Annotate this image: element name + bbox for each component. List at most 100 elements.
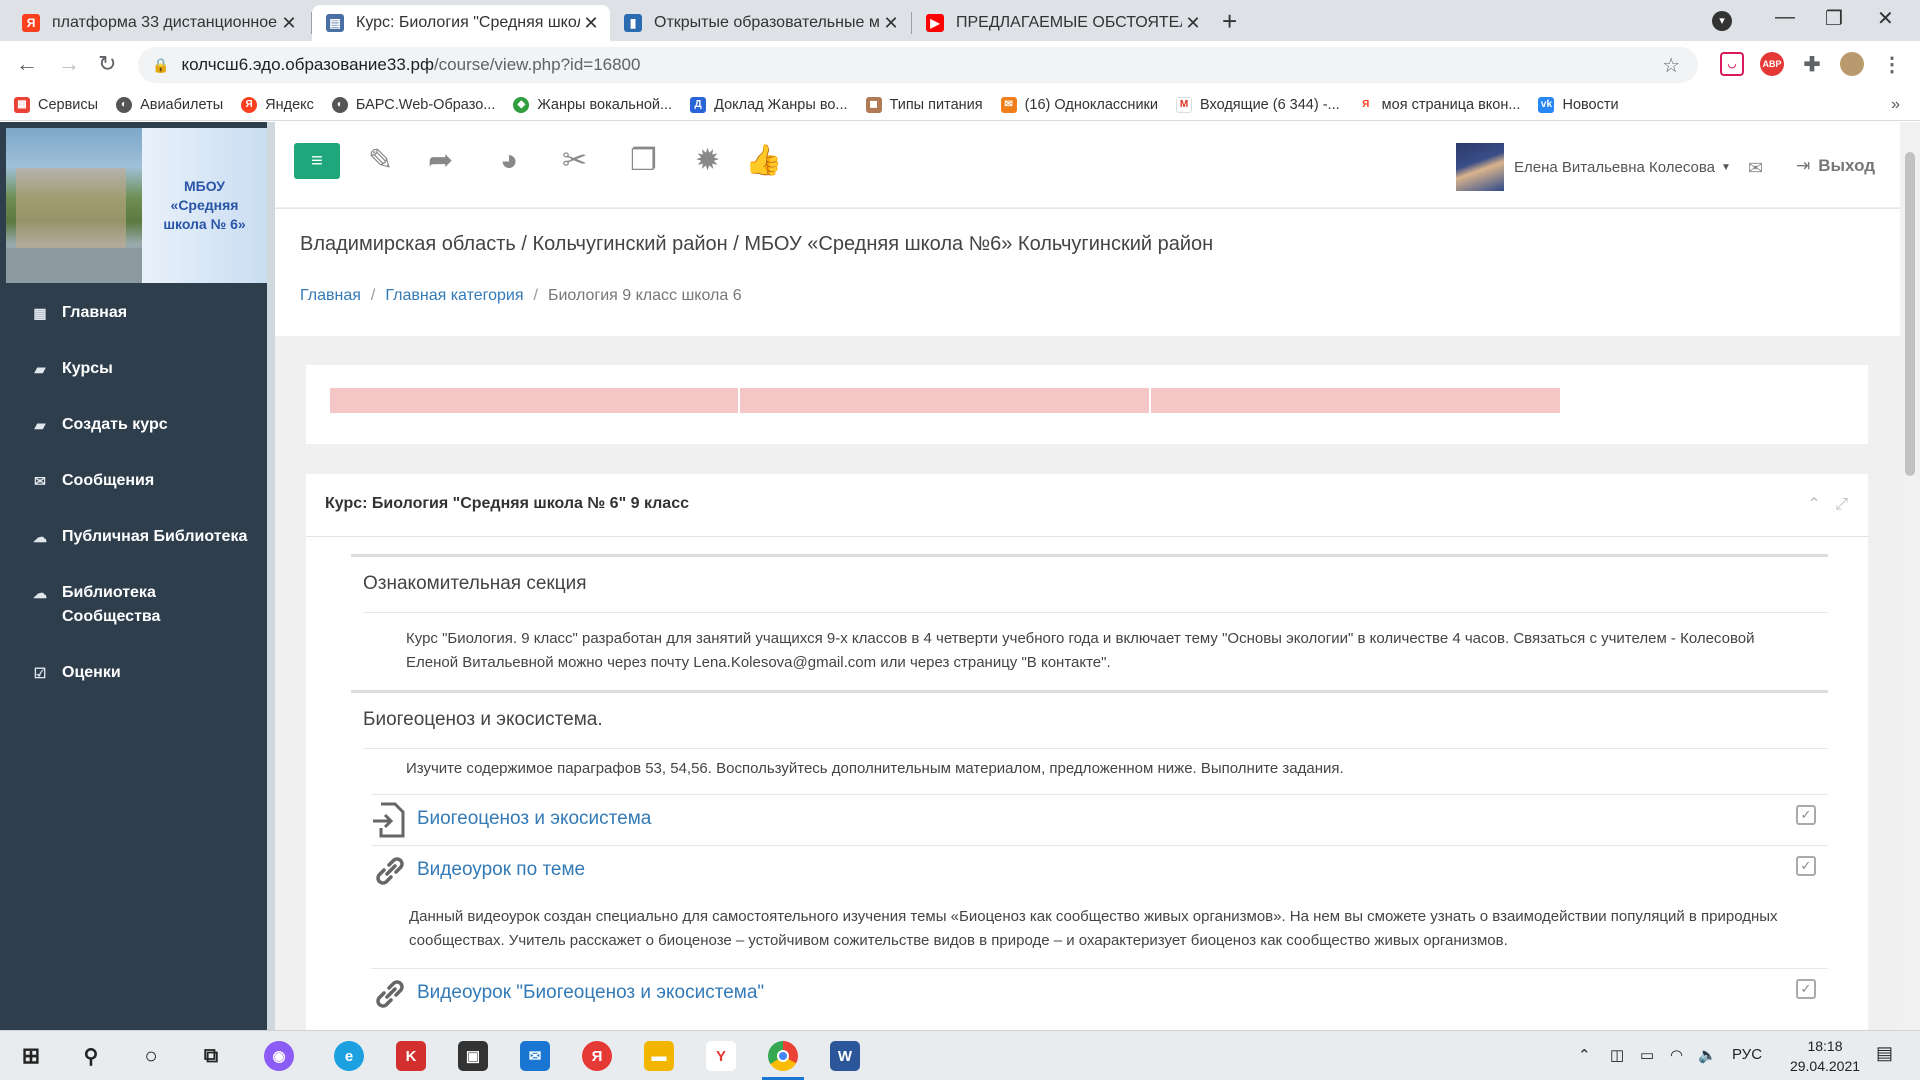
restore-icon[interactable]: ❐ <box>1825 6 1843 31</box>
window-close-icon[interactable]: ✕ <box>1877 6 1894 31</box>
bookmark-item[interactable]: ✉ (16) Одноклассники <box>1000 96 1158 113</box>
activity-item[interactable]: Видеоурок по теме ✓ Данный видеоурок соз… <box>371 845 1828 965</box>
section-summary: Изучите содержимое параграфов 53, 54,56.… <box>406 760 1344 777</box>
school-logo[interactable]: МБОУ «Средняя школа № 6» <box>6 128 267 283</box>
logout-button[interactable]: ⇥ Выход <box>1796 156 1875 176</box>
sidebar-item-messages[interactable]: ✉ Сообщения <box>0 453 267 509</box>
breadcrumb-home[interactable]: Главная <box>300 287 361 304</box>
star-icon[interactable]: ☆ <box>1662 53 1680 78</box>
yandex-icon: Я <box>22 14 40 32</box>
yandex-icon[interactable]: Я <box>582 1041 612 1071</box>
yandex-browser-icon[interactable]: Y <box>706 1041 736 1071</box>
volume-icon[interactable]: 🔈 <box>1698 1046 1717 1064</box>
course-title: Курс: Биология "Средняя школа № 6" 9 кла… <box>325 495 689 512</box>
thumbs-up-icon[interactable]: 👍 <box>745 146 782 176</box>
profile-avatar[interactable] <box>1840 52 1864 76</box>
windows-start-icon[interactable]: ⊞ <box>16 1041 46 1071</box>
pencil-icon[interactable]: ✎ <box>368 146 393 176</box>
kaspersky-icon[interactable]: K <box>396 1041 426 1071</box>
bookmark-item[interactable]: ◆ Жанры вокальной... <box>513 96 672 113</box>
tools-icon[interactable]: ✂ <box>562 146 587 176</box>
cloud-icon: ☁ <box>33 585 47 601</box>
bookmark-item[interactable]: ◐ Авиабилеты <box>116 96 223 113</box>
bookmark-item[interactable]: ◼ Типы питания <box>865 96 983 113</box>
bookmark-item[interactable]: vk Новости <box>1538 96 1619 113</box>
sidebar-scrollbar[interactable] <box>267 122 275 1030</box>
battery-icon[interactable]: ▭ <box>1640 1046 1654 1064</box>
bookmark-item[interactable]: M Входящие (6 344) -... <box>1175 96 1340 113</box>
copy-icon[interactable]: ❐ <box>630 146 657 176</box>
envelope-icon[interactable]: ✉ <box>1748 158 1763 179</box>
url-input[interactable]: 🔒 колчсш6.эдо.образование33.рф/course/vi… <box>138 47 1698 83</box>
edge-icon[interactable]: e <box>334 1041 364 1071</box>
sidebar-item-home[interactable]: ▦ Главная <box>0 285 267 341</box>
completion-checkbox[interactable]: ✓ <box>1796 805 1816 825</box>
meet-icon[interactable]: ◫ <box>1610 1046 1624 1064</box>
completion-checkbox[interactable]: ✓ <box>1796 856 1816 876</box>
activity-link[interactable]: Видеоурок "Биогеоценоз и экосистема" <box>417 982 764 1004</box>
activity-item[interactable]: Видеоурок "Биогеоценоз и экосистема" ✓ <box>371 968 1828 1020</box>
bookmark-item[interactable]: ◐ БАРС.Web-Образо... <box>331 96 495 113</box>
bookmark-item[interactable]: Я Яндекс <box>241 96 314 113</box>
tab-course[interactable]: ▤ Курс: Биология "Средняя школа ✕ <box>312 5 610 41</box>
close-icon[interactable]: ✕ <box>278 13 300 34</box>
adblock-ext-icon[interactable]: ABP <box>1760 52 1784 76</box>
store-icon[interactable]: ▣ <box>458 1041 488 1071</box>
file-explorer-icon[interactable]: ▬ <box>644 1041 674 1071</box>
expand-icon[interactable]: ⤢ <box>1835 496 1848 513</box>
back-icon[interactable]: ← <box>16 51 38 77</box>
pocket-ext-icon[interactable]: ◡ <box>1720 52 1744 76</box>
menu-dots-icon[interactable]: ⋮ <box>1880 52 1904 76</box>
sidebar-item-community-library[interactable]: ☁ Библиотека Сообщества <box>0 565 267 645</box>
forward-icon[interactable]: → <box>58 51 80 77</box>
globe-icon: ◐ <box>116 96 133 113</box>
search-icon[interactable]: ⚲ <box>76 1041 106 1071</box>
user-menu[interactable]: Елена Витальевна Колесова ▼ <box>1456 143 1731 191</box>
sidebar-item-courses[interactable]: ▰ Курсы <box>0 341 267 397</box>
tab-youtube[interactable]: ▶ ПРЕДЛАГАЕМЫЕ ОБСТОЯТЕЛЬС ✕ <box>912 5 1212 41</box>
tab-yandex[interactable]: Я платформа 33 дистанционное о ✕ <box>8 5 308 41</box>
menu-toggle-button[interactable]: ≡ <box>294 143 340 179</box>
image-icon: ◼ <box>865 96 882 113</box>
activity-link[interactable]: Биогеоценоз и экосистема <box>417 808 651 830</box>
cortana-icon[interactable]: ○ <box>136 1041 166 1071</box>
close-icon[interactable]: ✕ <box>1182 13 1204 34</box>
breadcrumb-category[interactable]: Главная категория <box>385 287 523 304</box>
alice-icon[interactable]: ◉ <box>264 1041 294 1071</box>
minimize-icon[interactable]: — <box>1775 6 1795 29</box>
tab-oer[interactable]: ▮ Открытые образовательные мо ✕ <box>610 5 910 41</box>
scrollbar-thumb[interactable] <box>1905 152 1915 476</box>
close-icon[interactable]: ✕ <box>880 13 902 34</box>
notifications-icon[interactable]: ▤ <box>1876 1043 1893 1064</box>
puzzle-icon[interactable]: ✚ <box>1800 52 1824 76</box>
sidebar-item-create-course[interactable]: ▰ Создать курс <box>0 397 267 453</box>
bookmark-item[interactable]: Ямоя страница вкон... <box>1357 96 1520 113</box>
completion-checkbox[interactable]: ✓ <box>1796 979 1816 999</box>
new-tab-button[interactable]: + <box>1222 8 1237 34</box>
chevron-up-icon[interactable]: ⌃ <box>1578 1046 1591 1064</box>
bookmarks-overflow-icon[interactable]: » <box>1891 96 1900 114</box>
bookmark-item[interactable]: ▦ Сервисы <box>14 96 98 113</box>
activity-item[interactable]: Биогеоценоз и экосистема ✓ <box>371 794 1828 846</box>
sign-out-icon: ⇥ <box>1796 156 1811 175</box>
gear-icon[interactable]: ✹ <box>695 146 720 176</box>
page-scrollbar[interactable] <box>1900 122 1920 1030</box>
share-icon[interactable]: ➦ <box>428 146 453 176</box>
activity-link[interactable]: Видеоурок по теме <box>417 859 585 881</box>
wifi-icon[interactable]: ◠ <box>1670 1046 1683 1064</box>
sidebar-item-public-library[interactable]: ☁ Публичная Библиотека <box>0 509 267 565</box>
sidebar-item-grades[interactable]: ☑ Оценки <box>0 645 267 701</box>
progress-segment <box>330 388 738 413</box>
word-icon[interactable]: W <box>830 1041 860 1071</box>
task-view-icon[interactable]: ⧉ <box>196 1041 226 1071</box>
clock[interactable]: 18:18 29.04.2021 <box>1780 1036 1870 1076</box>
mail-icon[interactable]: ✉ <box>520 1041 550 1071</box>
chrome-icon[interactable] <box>768 1041 798 1071</box>
close-icon[interactable]: ✕ <box>580 13 602 34</box>
language-indicator[interactable]: РУС <box>1732 1046 1762 1063</box>
reload-icon[interactable]: ↻ <box>98 51 116 77</box>
collapse-icon[interactable]: ⌃ <box>1807 496 1820 513</box>
profile-menu-icon[interactable]: ▾ <box>1712 11 1732 31</box>
pie-chart-icon[interactable]: ◕ <box>500 146 518 176</box>
bookmark-item[interactable]: Д Доклад Жанры во... <box>690 96 848 113</box>
